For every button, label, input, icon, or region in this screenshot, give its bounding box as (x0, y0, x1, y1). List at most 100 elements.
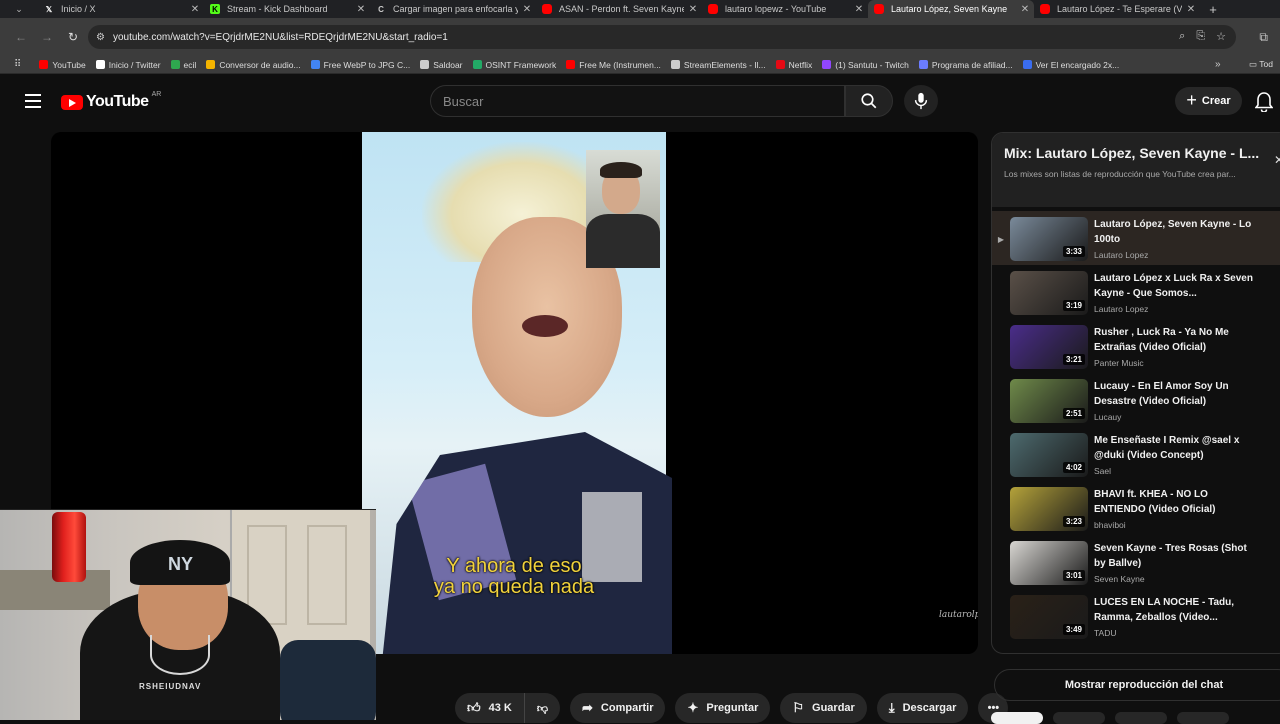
bookmark-label: Conversor de audio... (219, 59, 301, 70)
playlist-item[interactable]: 3:21 Rusher , Luck Ra - Ya No Me Extraña… (992, 319, 1280, 373)
playlist-item[interactable]: 3:01 Seven Kayne - Tres Rosas (Shot by B… (992, 535, 1280, 589)
playlist-item-title[interactable]: Seven Kayne - Tres Rosas (Shot by Ballve… (1094, 541, 1254, 571)
chip[interactable] (1115, 712, 1167, 724)
close-tab-icon[interactable]: ✕ (518, 4, 536, 15)
tab-title: Lautaro López, Seven Kayne (891, 4, 1008, 14)
bookmark-item[interactable]: Conversor de audio... (206, 59, 301, 70)
install-icon[interactable]: ⎘ (1196, 30, 1205, 43)
search-input[interactable]: Buscar (430, 85, 845, 117)
zoom-icon[interactable]: ⌕ (1179, 30, 1185, 43)
like-button[interactable]: 👍︎ 43 K (455, 693, 525, 723)
create-button[interactable]: + Crear (1175, 87, 1242, 115)
playlist-item-title[interactable]: LUCES EN LA NOCHE - Tadu, Ramma, Zeballo… (1094, 595, 1254, 625)
playlist-item-title[interactable]: Lautaro López x Luck Ra x Seven Kayne - … (1094, 271, 1254, 301)
playlist-item-title[interactable]: Lautaro López, Seven Kayne - Lo 100to (1094, 217, 1254, 247)
back-icon[interactable]: ← (8, 30, 34, 44)
bookmark-item[interactable]: Netflix (775, 60, 812, 70)
playlist-item[interactable]: ▶ 3:33 Lautaro López, Seven Kayne - Lo 1… (992, 211, 1280, 265)
bookmark-item[interactable]: Programa de afiliad... (918, 59, 1013, 70)
bookmark-item[interactable]: YouTube (39, 60, 86, 70)
address-bar[interactable]: ⚙ youtube.com/watch?v=EQrjdrME2NU&list=R… (88, 25, 1236, 49)
download-button[interactable]: ⤓ Descargar (876, 693, 969, 723)
bookmark-item[interactable]: Inicio / Twitter (95, 60, 161, 70)
new-tab-button[interactable]: + (1200, 2, 1226, 17)
save-button[interactable]: ⚐ Guardar (780, 693, 867, 723)
playlist-title[interactable]: Mix: Lautaro López, Seven Kayne - L... (1004, 145, 1280, 161)
playlist-thumbnail[interactable]: 4:02 (1010, 433, 1088, 477)
bookmark-star-icon[interactable]: ☆ (1216, 30, 1226, 43)
bookmark-label: Programa de afiliad... (931, 59, 1013, 70)
playlist-item[interactable]: 4:02 Me Enseñaste I Remix @sael x @duki … (992, 427, 1280, 481)
chip[interactable] (1053, 712, 1105, 724)
close-tab-icon[interactable]: ✕ (1182, 4, 1200, 15)
close-tab-icon[interactable]: ✕ (1016, 4, 1034, 15)
chip[interactable] (1177, 712, 1229, 724)
playlist-item-title[interactable]: Lucauy - En El Amor Soy Un Desastre (Vid… (1094, 379, 1254, 409)
menu-hamburger-icon[interactable] (25, 94, 41, 112)
playlist-item[interactable]: 3:49 LUCES EN LA NOCHE - Tadu, Ramma, Ze… (992, 589, 1280, 643)
browser-tab[interactable]: Lautaro López, Seven Kayne ✕ (868, 0, 1034, 18)
reload-icon[interactable]: ↻ (60, 30, 86, 44)
extensions-icon[interactable]: ⧉ (1259, 30, 1268, 45)
playlist-item-channel: Lautaro Lopez (1094, 250, 1149, 260)
now-playing-icon: ▶ (997, 235, 1005, 244)
bookmark-item[interactable]: ecil (170, 60, 196, 70)
playlist-thumbnail[interactable]: 3:19 (1010, 271, 1088, 315)
playlist-thumbnail[interactable]: 3:33 (1010, 217, 1088, 261)
playlist-item[interactable]: 3:19 Lautaro López x Luck Ra x Seven Kay… (992, 265, 1280, 319)
download-icon: ⤓ (888, 700, 895, 715)
playlist-thumbnail[interactable]: 2:51 (1010, 379, 1088, 423)
close-icon[interactable]: ✕ (1274, 153, 1280, 167)
youtube-logo[interactable]: YouTube AR (61, 91, 161, 111)
bookmark-item[interactable]: Free WebP to JPG C... (310, 60, 410, 70)
show-chat-replay-button[interactable]: Mostrar reproducción del chat (994, 669, 1280, 701)
site-info-icon[interactable]: ⚙ (96, 32, 105, 43)
forward-icon[interactable]: → (34, 30, 60, 44)
browser-tab[interactable]: lautaro lopewz - YouTube ✕ (702, 0, 868, 18)
playlist-thumbnail[interactable]: 3:01 (1010, 541, 1088, 585)
browser-tab[interactable]: 𝕏 Inicio / X ✕ (38, 0, 204, 18)
browser-tab[interactable]: Lautaro López - Te Esperare (V ✕ (1034, 0, 1200, 18)
bookmark-item[interactable]: Free Me (Instrumen... (566, 60, 661, 70)
close-tab-icon[interactable]: ✕ (186, 4, 204, 15)
bookmark-item[interactable]: (1) Santutu - Twitch (822, 60, 909, 70)
apps-grid-icon[interactable]: ⠿ (14, 59, 21, 70)
voice-search-button[interactable] (904, 85, 938, 117)
close-tab-icon[interactable]: ✕ (684, 4, 702, 15)
bookmark-item[interactable]: Saldoar (420, 60, 463, 70)
ask-button[interactable]: ✦ Preguntar (675, 693, 771, 723)
playlist-item[interactable]: 2:51 Lucauy - En El Amor Soy Un Desastre… (992, 373, 1280, 427)
share-button[interactable]: ➦ Compartir (570, 693, 666, 723)
close-tab-icon[interactable]: ✕ (850, 4, 868, 15)
browser-tab[interactable]: C Cargar imagen para enfocarla y ✕ (370, 0, 536, 18)
bookmark-item[interactable]: StreamElements - Il... (670, 60, 766, 70)
all-bookmarks-folder[interactable]: ▭ Tod (1249, 59, 1273, 70)
playlist-thumbnail[interactable]: 3:49 (1010, 595, 1088, 639)
browser-tab[interactable]: ASAN - Perdon ft. Seven Kayne ✕ (536, 0, 702, 18)
playlist-item-title[interactable]: Me Enseñaste I Remix @sael x @duki (Vide… (1094, 433, 1254, 463)
tab-title: Inicio / X (61, 4, 96, 14)
playlist-item-title[interactable]: BHAVI ft. KHEA - NO LO ENTIENDO (Video O… (1094, 487, 1254, 517)
browser-tab[interactable]: K Stream - Kick Dashboard ✕ (204, 0, 370, 18)
close-tab-icon[interactable]: ✕ (352, 4, 370, 15)
browser-tab-bar: ⌄ 𝕏 Inicio / X ✕ K Stream - Kick Dashboard ✕ C… (0, 0, 1280, 18)
playlist-item[interactable]: 3:23 BHAVI ft. KHEA - NO LO ENTIENDO (Vi… (992, 481, 1280, 535)
subtitle-line-2: ya no queda nada (433, 576, 595, 598)
bookmark-favicon-icon (95, 60, 105, 69)
bookmark-favicon-icon (1022, 60, 1032, 69)
dislike-button[interactable]: 👎︎ (525, 693, 560, 723)
bookmark-item[interactable]: OSINT Framework (472, 60, 556, 70)
notifications-bell-icon[interactable] (1254, 92, 1274, 117)
playlist-thumbnail[interactable]: 3:21 (1010, 325, 1088, 369)
bookmarks-overflow-icon[interactable]: » (1215, 59, 1221, 70)
chip[interactable] (991, 712, 1043, 724)
bookmark-favicon-icon (170, 60, 180, 69)
video-picture-in-picture (586, 150, 660, 268)
bookmark-item[interactable]: Ver El encargado 2x... (1022, 60, 1119, 70)
search-button[interactable] (845, 85, 893, 117)
sparkle-icon: ✦ (687, 700, 699, 715)
playlist-thumbnail[interactable]: 3:23 (1010, 487, 1088, 531)
tab-search-chevron-icon[interactable]: ⌄ (0, 0, 38, 18)
playlist-item-title[interactable]: Rusher , Luck Ra - Ya No Me Extrañas (Vi… (1094, 325, 1254, 355)
playlist-item-channel: Panter Music (1094, 358, 1144, 368)
